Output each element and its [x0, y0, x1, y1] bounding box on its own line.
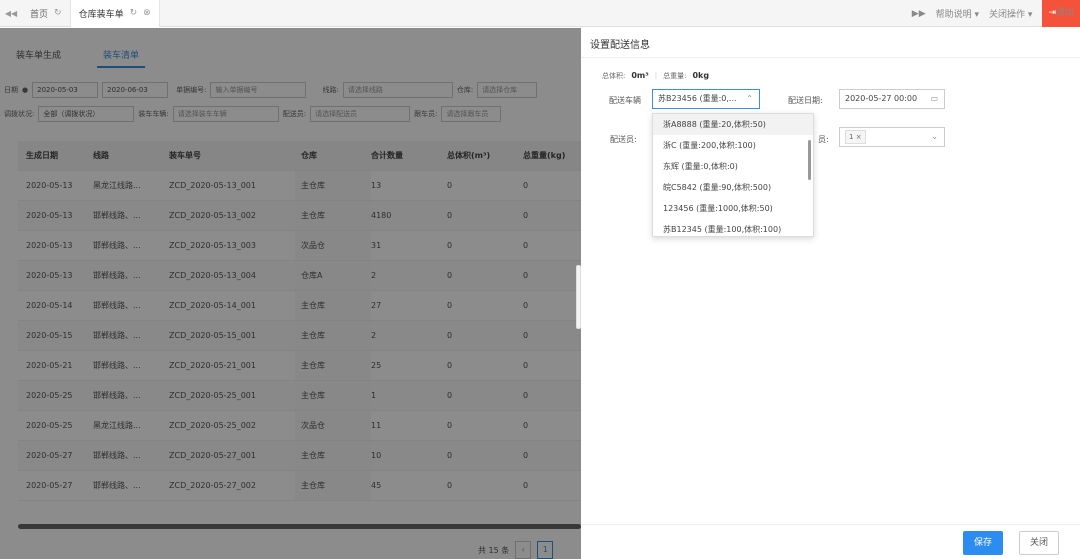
delivery-date-input[interactable]: 2020-05-27 00:00 ▭ — [839, 89, 945, 109]
dropdown-scrollbar[interactable] — [808, 140, 811, 180]
selected-tag[interactable]: 1 × — [845, 130, 866, 144]
vehicle-option[interactable]: 浙A8888 (重量:20,体积:50) — [653, 114, 813, 135]
vehicle-option[interactable]: 东辉 (重量:0,体积:0) — [653, 156, 813, 177]
scroll-left-icon[interactable]: ◀◀ — [0, 9, 22, 18]
summary: 总体积: 0m³ | 总重量: 0kg — [602, 71, 710, 80]
chevron-up-icon: ⌃ — [746, 94, 753, 103]
tab-loading-list[interactable]: 仓库装车单 ↻ ⊗ — [69, 0, 160, 27]
close-ops-menu[interactable]: 关闭操作 ▾ — [989, 7, 1032, 20]
vehicle-dropdown: 浙A8888 (重量:20,体积:50) 浙C (重量:200,体积:100) 东辉… — [652, 113, 814, 237]
scroll-right-icon[interactable]: ▶▶ — [912, 9, 926, 19]
vehicle-option[interactable]: 苏B12345 (重量:100,体积:100) — [653, 219, 813, 240]
volume-value: 0m³ — [631, 71, 649, 80]
volume-label: 总体积: — [602, 72, 626, 80]
date-label: 配送日期: — [788, 96, 823, 105]
save-button[interactable]: 保存 — [963, 531, 1003, 555]
calendar-icon: ▭ — [930, 94, 938, 103]
close-button[interactable]: 关闭 — [1019, 531, 1059, 555]
refresh-icon[interactable]: ↻ — [130, 8, 138, 18]
refresh-icon[interactable]: ↻ — [54, 8, 62, 18]
delivery-date-value: 2020-05-27 00:00 — [845, 94, 918, 103]
tab-home[interactable]: 首页 ↻ — [22, 0, 70, 27]
modal-overlay[interactable] — [0, 28, 581, 559]
vehicle-option[interactable]: 123456 (重量:1000,体积:50) — [653, 198, 813, 219]
vehicle-label: 配送车辆 — [609, 96, 641, 105]
vehicle-option[interactable]: 浙C (重量:200,体积:100) — [653, 135, 813, 156]
follower-label: 员: — [818, 135, 829, 144]
chevron-down-icon: ⌄ — [931, 132, 938, 141]
weight-value: 0kg — [692, 71, 710, 80]
vehicle-option[interactable]: 皖C5842 (重量:90,体积:500) — [653, 177, 813, 198]
vehicle-select-value: 苏B23456 (重量:0,... — [658, 94, 737, 103]
courier-label: 配送员: — [610, 135, 637, 144]
top-bar: ◀◀ 首页 ↻ 仓库装车单 ↻ ⊗ ▶▶ 帮助说明 ▾ 关闭操作 ▾ ⇥退出 — [0, 0, 1080, 27]
weight-label: 总重量: — [663, 72, 687, 80]
logout-button[interactable]: ⇥退出 — [1042, 0, 1080, 27]
follower-select[interactable]: 1 × ⌄ — [839, 127, 945, 147]
panel-title: 设置配送信息 — [590, 40, 650, 51]
close-circle-icon[interactable]: ⊗ — [143, 8, 151, 18]
tab-loading-list-label: 仓库装车单 — [78, 9, 124, 20]
vehicle-select[interactable]: 苏B23456 (重量:0,... ⌃ — [652, 89, 760, 109]
help-menu[interactable]: 帮助说明 ▾ — [936, 7, 979, 20]
tab-home-label: 首页 — [30, 9, 49, 20]
